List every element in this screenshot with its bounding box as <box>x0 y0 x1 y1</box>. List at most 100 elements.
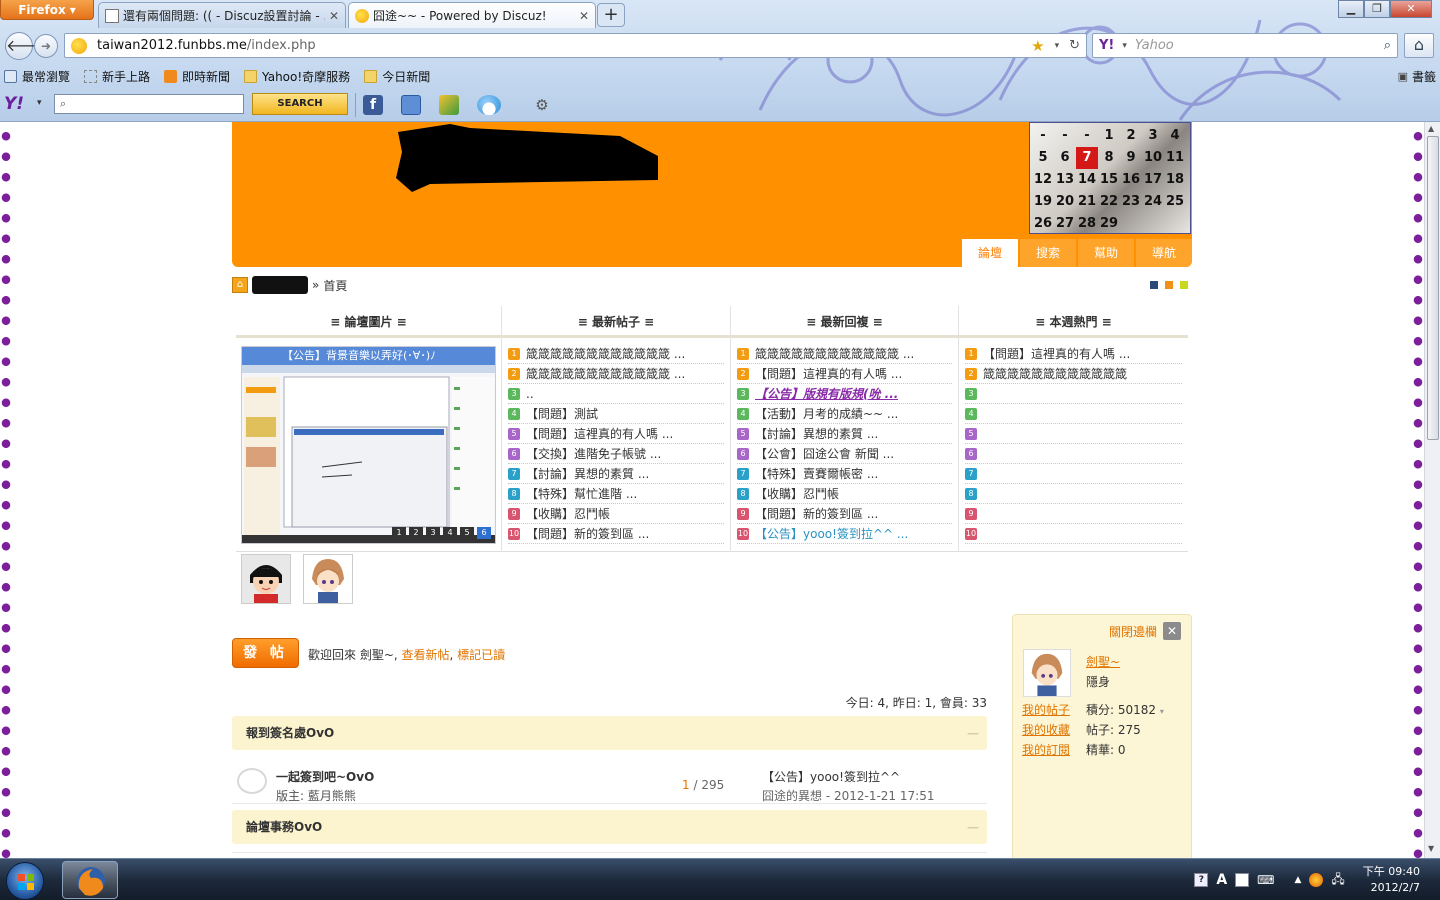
credits-stat[interactable]: 積分: 50182 ▾ <box>1086 701 1164 718</box>
thread-title-link[interactable]: 【問題】新的簽到區 ... <box>526 525 649 542</box>
bookmark-most-visited[interactable]: 最常瀏覽 <box>4 68 70 85</box>
antivirus-icon[interactable] <box>1309 873 1324 887</box>
category-header-affairs[interactable]: 論壇事務OvO — <box>232 810 987 844</box>
thread-title-link[interactable]: 箴箴箴箴箴箴箴箴箴箴箴箴 ... <box>526 365 685 382</box>
facebook-icon[interactable]: f <box>363 95 383 115</box>
list-item[interactable]: 10 【公告】yooo!簽到拉^^ ... <box>737 524 952 544</box>
list-item[interactable]: 1 【問題】這裡真的有人嗎 ... <box>965 344 1182 364</box>
thread-title-link[interactable]: 【討論】異想的素質 ... <box>755 425 878 442</box>
slide-page-button[interactable]: 4 <box>443 527 457 539</box>
my-favorites-link[interactable]: 我的收藏 <box>1022 721 1070 738</box>
scroll-thumb[interactable] <box>1427 136 1439 440</box>
list-item[interactable]: 2 【問題】這裡真的有人嗎 ... <box>737 364 952 384</box>
list-item[interactable]: 7 【特殊】賣賽爾帳密 ... <box>737 464 952 484</box>
list-item[interactable]: 8 【特殊】幫忙進階 ... <box>508 484 724 504</box>
list-item[interactable]: 7 【討論】異想的素質 ... <box>508 464 724 484</box>
thread-title-link[interactable]: 【活動】月考的成績~~ ... <box>755 405 898 422</box>
close-icon[interactable]: ✕ <box>579 9 589 23</box>
window-close-button[interactable]: ✕ <box>1390 0 1432 18</box>
close-icon[interactable]: ✕ <box>329 9 339 23</box>
list-item[interactable]: 9 【收購】忍鬥帳 <box>508 504 724 524</box>
thread-title-link[interactable]: 【問題】這裡真的有人嗎 ... <box>983 345 1130 362</box>
my-subscriptions-link[interactable]: 我的訂閱 <box>1022 741 1070 758</box>
list-item[interactable]: 3.. <box>508 384 724 404</box>
list-item[interactable]: 1 箴箴箴箴箴箴箴箴箴箴箴箴 ... <box>508 344 724 364</box>
my-posts-link[interactable]: 我的帖子 <box>1022 701 1070 718</box>
thread-title-link[interactable]: 【討論】異想的素質 ... <box>526 465 649 482</box>
show-hidden-icons-icon[interactable]: ▲ <box>1294 875 1301 885</box>
redacted-site-name[interactable] <box>252 276 308 294</box>
thread-title-link[interactable]: 箴箴箴箴箴箴箴箴箴箴箴箴 <box>983 365 1127 382</box>
thread-title-link[interactable]: 【公會】囧途公會 新聞 ... <box>755 445 894 462</box>
ime-letter-icon[interactable]: A <box>1216 872 1227 888</box>
nav-search[interactable]: 搜索 <box>1020 239 1076 267</box>
system-clock[interactable]: 下午 09:40 2012/2/7 <box>1363 864 1420 896</box>
list-item[interactable]: 10 【問題】新的簽到區 ... <box>508 524 724 544</box>
ime-half-width-icon[interactable] <box>1235 873 1250 887</box>
bookmark-news[interactable]: 即時新聞 <box>164 68 230 85</box>
slide-page-button[interactable]: 6 <box>477 527 491 539</box>
tab-discuz-settings[interactable]: 還有兩個問題: (( - Discuz設置討論 - ... ✕ <box>98 2 346 28</box>
bookmark-getting-started[interactable]: 新手上路 <box>84 68 150 85</box>
last-post-link[interactable]: 【公告】yooo!簽到拉^^ <box>762 768 900 785</box>
thread-title-link[interactable]: 【收購】忍鬥帳 <box>526 505 610 522</box>
member-avatar[interactable] <box>303 554 353 604</box>
thread-title-link[interactable]: 【問題】這裡真的有人嗎 ... <box>526 425 673 442</box>
thread-title-link[interactable]: 【公告】版規有版規(吮 ... <box>755 385 898 402</box>
reload-icon[interactable]: ↻ <box>1069 38 1080 53</box>
new-post-button[interactable]: 發 帖 <box>232 638 299 668</box>
maximize-button[interactable]: ❐ <box>1364 0 1390 18</box>
list-item[interactable]: 9 【問題】新的簽到區 ... <box>737 504 952 524</box>
style-orange-swatch[interactable] <box>1165 281 1173 289</box>
thread-title-link[interactable]: 【收購】忍鬥帳 <box>755 485 839 502</box>
thread-title-link[interactable]: 箴箴箴箴箴箴箴箴箴箴箴箴 ... <box>526 345 685 362</box>
list-item[interactable]: 8 【收購】忍鬥帳 <box>737 484 952 504</box>
slide-page-button[interactable]: 1 <box>392 527 406 539</box>
yahoo-logo[interactable]: Y! <box>4 94 24 114</box>
bookmark-yahoo-services[interactable]: Yahoo!奇摩服務 <box>244 68 350 85</box>
mark-read-link[interactable]: 標記已讀 <box>457 648 505 662</box>
home-button[interactable]: ⌂ <box>1404 33 1434 58</box>
list-item[interactable]: 6 【公會】囧途公會 新聞 ... <box>737 444 952 464</box>
dropdown-icon[interactable]: ▾ <box>1122 41 1127 51</box>
gear-icon[interactable]: ⚙ <box>532 95 552 115</box>
thread-title-link[interactable]: 【問題】測試 <box>526 405 598 422</box>
windows-start-button[interactable] <box>6 862 44 900</box>
flickr-icon[interactable] <box>439 95 459 115</box>
yahoo-engine-icon[interactable]: Y! <box>1099 38 1114 53</box>
slideshow-caption[interactable]: 【公告】背景音樂以弄好(･∀･)ﾉ <box>242 347 495 365</box>
thread-title-link[interactable]: 【特殊】賣賽爾帳密 ... <box>755 465 878 482</box>
nav-navigation[interactable]: 導航 <box>1136 239 1192 267</box>
list-item[interactable]: 1 箴箴箴箴箴箴箴箴箴箴箴箴 ... <box>737 344 952 364</box>
firefox-menu-button[interactable]: Firefox ▾ <box>0 0 94 20</box>
forward-button[interactable]: ➜ <box>34 34 58 58</box>
style-blue-swatch[interactable] <box>1150 281 1158 289</box>
list-item[interactable]: 2 箴箴箴箴箴箴箴箴箴箴箴箴 ... <box>508 364 724 384</box>
weather-icon[interactable] <box>477 95 501 115</box>
home-icon[interactable]: ⌂ <box>232 277 248 293</box>
vertical-scrollbar[interactable]: ▲ ▼ <box>1424 122 1440 858</box>
bookmark-today-news[interactable]: 今日新聞 <box>364 68 430 85</box>
taskbar-firefox-button[interactable] <box>62 861 118 899</box>
ime-keyboard-icon[interactable]: ⌨ <box>1257 873 1274 887</box>
thread-title-link[interactable]: 【交換】進階免子帳號 ... <box>526 445 661 462</box>
list-item[interactable]: 5 【討論】異想的素質 ... <box>737 424 952 444</box>
dropdown-icon[interactable]: ▾ <box>1055 41 1060 51</box>
user-avatar[interactable] <box>1023 649 1071 697</box>
thread-title-link[interactable]: 【問題】新的簽到區 ... <box>755 505 878 522</box>
list-item[interactable]: 4 【活動】月考的成績~~ ... <box>737 404 952 424</box>
list-item[interactable]: 5 【問題】這裡真的有人嗎 ... <box>508 424 724 444</box>
url-bar[interactable]: taiwan2012.funbbs.me/index.php ★ ▾ ↻ <box>64 33 1087 58</box>
slide-page-button[interactable]: 2 <box>409 527 423 539</box>
collapse-icon[interactable]: — <box>967 716 979 750</box>
slideshow-image[interactable]: 【公告】背景音樂以弄好(･∀･)ﾉ 1 2 3 4 5 6 <box>241 346 496 544</box>
thread-title-link[interactable]: 【特殊】幫忙進階 ... <box>526 485 637 502</box>
new-tab-button[interactable]: + <box>597 3 625 27</box>
star-bookmark-icon[interactable]: ★ <box>1031 37 1044 55</box>
thread-title-link[interactable]: .. <box>526 387 534 401</box>
bookmarks-menu[interactable]: ▣ 書籤 <box>1398 68 1436 85</box>
username-link[interactable]: 劍聖~ <box>1086 653 1120 670</box>
style-green-swatch[interactable] <box>1180 281 1188 289</box>
search-icon[interactable]: ⌕ <box>1384 38 1391 53</box>
back-button[interactable]: 🡐 <box>5 32 49 60</box>
